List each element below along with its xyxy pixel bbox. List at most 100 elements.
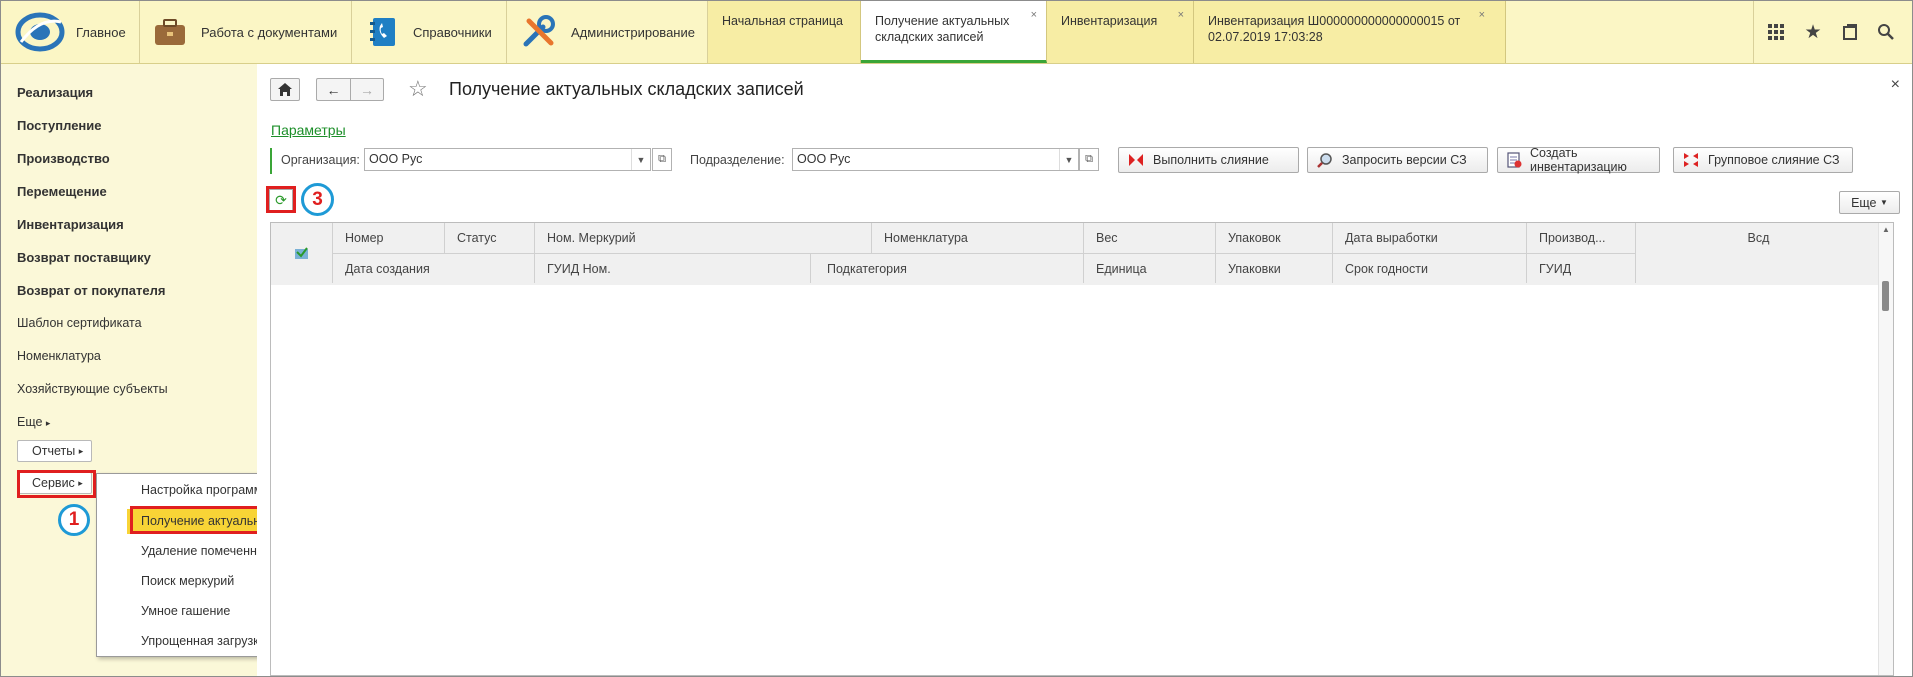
menu-item-smart-redemption[interactable]: Умное гашение — [141, 604, 230, 618]
section-administration[interactable]: Администрирование — [521, 1, 695, 63]
separator — [139, 1, 140, 63]
sidebar-item-certificate-template[interactable]: Шаблон сертификата — [17, 316, 142, 330]
column-expiry[interactable]: Срок годности — [1333, 253, 1527, 283]
sidebar-item-receipts[interactable]: Поступление — [17, 118, 102, 133]
page-title: Получение актуальных складских записей — [449, 79, 804, 99]
close-tab-icon[interactable]: × — [1178, 7, 1184, 23]
dropdown-arrow-icon: ▼ — [1880, 198, 1888, 207]
close-tab-icon[interactable]: × — [1031, 7, 1037, 23]
create-document-icon — [1506, 151, 1522, 169]
forward-button[interactable]: → — [350, 78, 384, 101]
column-picture[interactable] — [271, 223, 333, 283]
tab-inventory-document[interactable]: Инвентаризация Ш000000000000000015 от 02… — [1194, 1, 1506, 63]
tools-icon — [523, 15, 555, 47]
home-section[interactable]: Главное — [76, 1, 126, 63]
reports-button[interactable]: Отчеты ▸ — [17, 440, 93, 462]
close-tab-icon[interactable]: × — [1479, 7, 1485, 23]
column-vsd[interactable]: Всд — [1636, 223, 1881, 253]
merge-button[interactable]: Выполнить слияние — [1118, 147, 1299, 173]
department-field[interactable]: ООО Рус ▼ — [792, 148, 1079, 171]
sidebar-item-transfer[interactable]: Перемещение — [17, 184, 107, 199]
apps-grid-icon[interactable] — [1763, 19, 1789, 45]
sidebar-item-return-customer[interactable]: Возврат от покупателя — [17, 283, 165, 298]
phonebook-icon — [370, 18, 395, 46]
app-logo-icon[interactable] — [15, 12, 65, 52]
menu-item-mercury-search[interactable]: Поиск меркурий — [141, 574, 234, 588]
group-merge-icon — [1682, 151, 1700, 169]
sidebar-item-nomenclature[interactable]: Номенклатура — [17, 349, 101, 363]
sidebar-item-inventory[interactable]: Инвентаризация — [17, 217, 124, 232]
back-button[interactable]: ← — [316, 78, 350, 101]
open-organization-icon[interactable]: ⧉ — [652, 148, 672, 171]
arrow-right-icon: ▸ — [78, 445, 84, 456]
section-documents[interactable]: Работа с документами — [153, 1, 337, 63]
department-label: Подразделение: — [690, 153, 785, 167]
merge-icon — [1127, 151, 1145, 169]
separator — [506, 1, 507, 63]
separator — [351, 1, 352, 63]
home-icon — [278, 83, 292, 96]
column-package-count[interactable]: Упаковок — [1216, 223, 1333, 253]
annotation-box-1 — [17, 470, 96, 498]
scrollbar-thumb[interactable] — [1882, 281, 1889, 311]
close-form-icon[interactable]: × — [1891, 76, 1900, 94]
column-guid[interactable]: ГУИД — [1527, 253, 1636, 283]
column-guid-nom[interactable]: ГУИД Ном. — [535, 253, 811, 283]
column-subcategory[interactable]: Подкатегория — [811, 253, 1084, 283]
column-unit[interactable]: Единица — [1084, 253, 1216, 283]
briefcase-icon — [155, 19, 185, 45]
favorite-star-icon[interactable]: ☆ — [408, 76, 428, 102]
home-button[interactable] — [270, 78, 300, 101]
sidebar-item-business-entities[interactable]: Хозяйствующие субъекты — [17, 382, 168, 396]
tab-inventory[interactable]: Инвентаризация × — [1047, 1, 1194, 63]
column-producer[interactable]: Производ... — [1527, 223, 1636, 253]
create-inventory-button[interactable]: Создать инвентаризацию — [1497, 146, 1660, 174]
parameters-link[interactable]: Параметры — [271, 122, 346, 138]
sidebar-more[interactable]: Еще ▸ — [17, 415, 50, 429]
search-icon[interactable] — [1873, 19, 1899, 45]
tab-warehouse-records[interactable]: Получение актуальных складских записей × — [861, 1, 1047, 63]
history-icon[interactable] — [1837, 19, 1863, 45]
annotation-marker-3: 3 — [301, 183, 334, 216]
sidebar-item-production[interactable]: Производство — [17, 151, 110, 166]
menu-item-settings[interactable]: Настройка программы — [141, 483, 271, 497]
dropdown-arrow-icon[interactable]: ▼ — [1059, 149, 1078, 170]
vertical-scrollbar[interactable]: ▲ — [1878, 223, 1893, 675]
sidebar-item-sales[interactable]: Реализация — [17, 85, 93, 100]
annotation-box-3 — [266, 186, 296, 213]
organization-field[interactable]: ООО Рус ▼ — [364, 148, 651, 171]
sidebar-item-return-supplier[interactable]: Возврат поставщику — [17, 250, 151, 265]
arrow-right-icon: ▸ — [45, 418, 51, 428]
magnifier-icon — [1316, 151, 1334, 169]
separator — [1753, 1, 1754, 63]
app-window: Главное Работа с документами Справочники — [0, 0, 1913, 677]
column-nomenclature[interactable]: Номенклатура — [872, 223, 1084, 253]
column-mercury-nom[interactable]: Ном. Меркурий — [535, 223, 872, 253]
star-icon[interactable]: ★ — [1800, 19, 1826, 45]
arrow-right-icon: → — [360, 81, 374, 98]
table-header: Номер Статус Ном. Меркурий Номенклатура … — [271, 223, 1881, 285]
top-right-toolbar: ★ — [1753, 1, 1912, 63]
annotation-marker-1: 1 — [58, 504, 90, 536]
section-references[interactable]: Справочники — [367, 1, 492, 63]
column-weight[interactable]: Вес — [1084, 223, 1216, 253]
group-merge-button[interactable]: Групповое слияние СЗ — [1673, 147, 1853, 173]
column-number[interactable]: Номер — [333, 223, 445, 253]
main-content: ← → ☆ Получение актуальных складских зап… — [257, 64, 1912, 676]
request-versions-button[interactable]: Запросить версии СЗ — [1307, 147, 1488, 173]
column-production-date[interactable]: Дата выработки — [1333, 223, 1527, 253]
organization-label: Организация: — [281, 153, 360, 167]
group-marker — [270, 148, 272, 174]
column-status[interactable]: Статус — [445, 223, 535, 253]
column-created-date[interactable]: Дата создания — [333, 253, 535, 283]
scroll-up-icon[interactable]: ▲ — [1882, 225, 1890, 234]
open-department-icon[interactable]: ⧉ — [1079, 148, 1099, 171]
more-button[interactable]: Еще ▼ — [1839, 191, 1900, 214]
top-bar: Главное Работа с документами Справочники — [1, 1, 1912, 64]
arrow-left-icon: ← — [326, 81, 341, 98]
table-settings-icon — [294, 247, 308, 259]
column-packages[interactable]: Упаковки — [1216, 253, 1333, 283]
dropdown-arrow-icon[interactable]: ▼ — [631, 149, 650, 170]
records-table[interactable]: Номер Статус Ном. Меркурий Номенклатура … — [270, 222, 1894, 676]
tab-start-page[interactable]: Начальная страница — [708, 1, 861, 63]
